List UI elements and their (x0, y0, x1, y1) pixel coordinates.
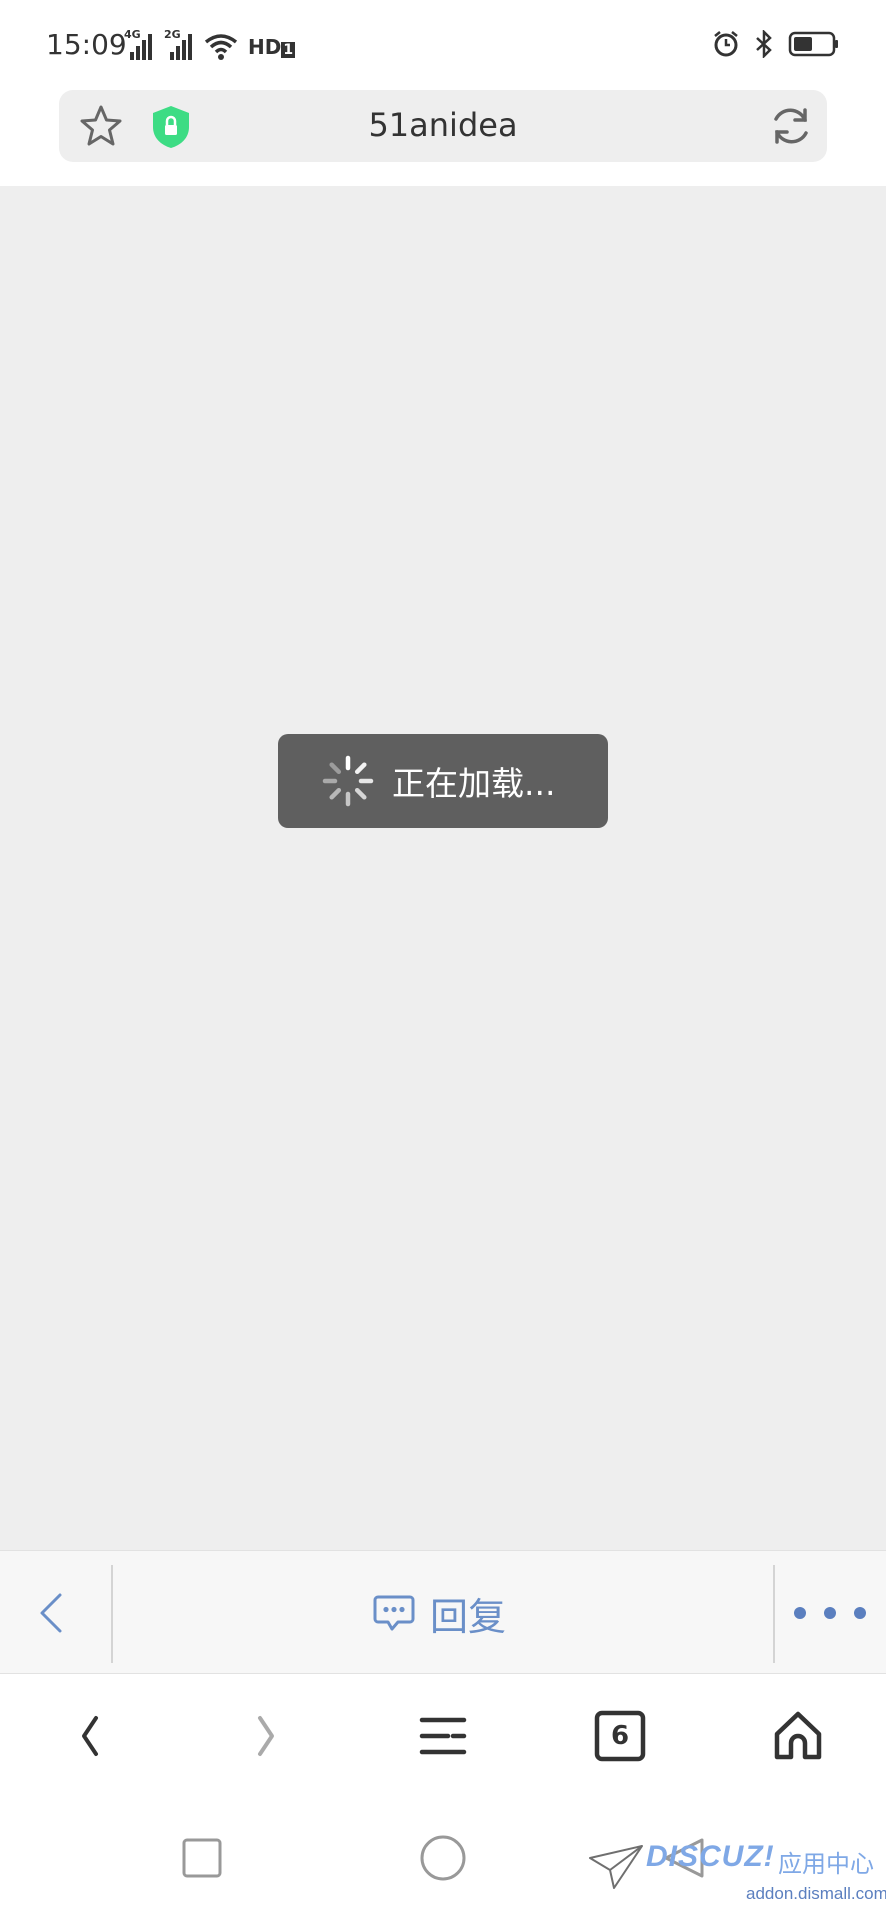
address-bar-container: 51anidea (0, 90, 886, 186)
alarm-icon (714, 31, 738, 57)
home-icon[interactable] (770, 1708, 826, 1764)
tabs-button[interactable]: 6 (592, 1708, 648, 1764)
chat-bubble-icon (373, 1595, 415, 1631)
browser-forward-icon[interactable] (238, 1708, 294, 1764)
address-bar[interactable]: 51anidea (59, 90, 827, 162)
divider-right (773, 1565, 775, 1663)
back-arrow-icon[interactable] (28, 1589, 76, 1637)
status-left-icons: 4G 2G HD 1 (124, 28, 296, 62)
loading-toast: 正在加载... (278, 734, 608, 828)
reply-bar: 回复 (0, 1550, 886, 1674)
tab-count: 6 (610, 1721, 630, 1751)
loading-spinner-icon (322, 755, 374, 807)
cellular-signal-sim2-icon: 2G (164, 28, 194, 62)
address-text[interactable]: 51anidea (59, 106, 827, 144)
watermark-domain: addon.dismall.com (746, 1884, 886, 1903)
hd-voice-icon: HD 1 (248, 35, 296, 59)
bluetooth-icon (756, 30, 772, 58)
status-bar: 15:09 4G 2G HD 1 (0, 0, 886, 90)
reply-button[interactable]: 回复 (372, 1581, 506, 1645)
refresh-icon[interactable] (767, 102, 815, 150)
watermark: DISCUZ! 应用中心 addon.dismall.com (586, 1838, 886, 1918)
divider-left (111, 1565, 113, 1663)
battery-icon (788, 31, 838, 57)
more-options-icon[interactable] (790, 1603, 870, 1623)
loading-text: 正在加载... (392, 764, 556, 803)
page-content: 正在加载... (0, 186, 886, 1550)
status-right-icons (712, 30, 840, 58)
sim2-network-type: 2G (164, 28, 181, 41)
browser-toolbar: 6 (0, 1674, 886, 1798)
watermark-cn-text: 应用中心 (778, 1850, 874, 1878)
home-circle-icon[interactable] (419, 1834, 467, 1882)
paper-plane-logo-icon (589, 1845, 643, 1889)
cellular-signal-sim1-icon: 4G (124, 28, 154, 62)
status-time: 15:09 (46, 28, 127, 61)
menu-icon[interactable] (415, 1708, 471, 1764)
reply-label: 回复 (430, 1594, 507, 1639)
wifi-icon (204, 34, 238, 60)
sim1-network-type: 4G (124, 28, 141, 41)
watermark-logo-text: DISCUZ! (646, 1840, 775, 1873)
recent-apps-icon[interactable] (178, 1834, 226, 1882)
browser-back-icon[interactable] (62, 1708, 118, 1764)
